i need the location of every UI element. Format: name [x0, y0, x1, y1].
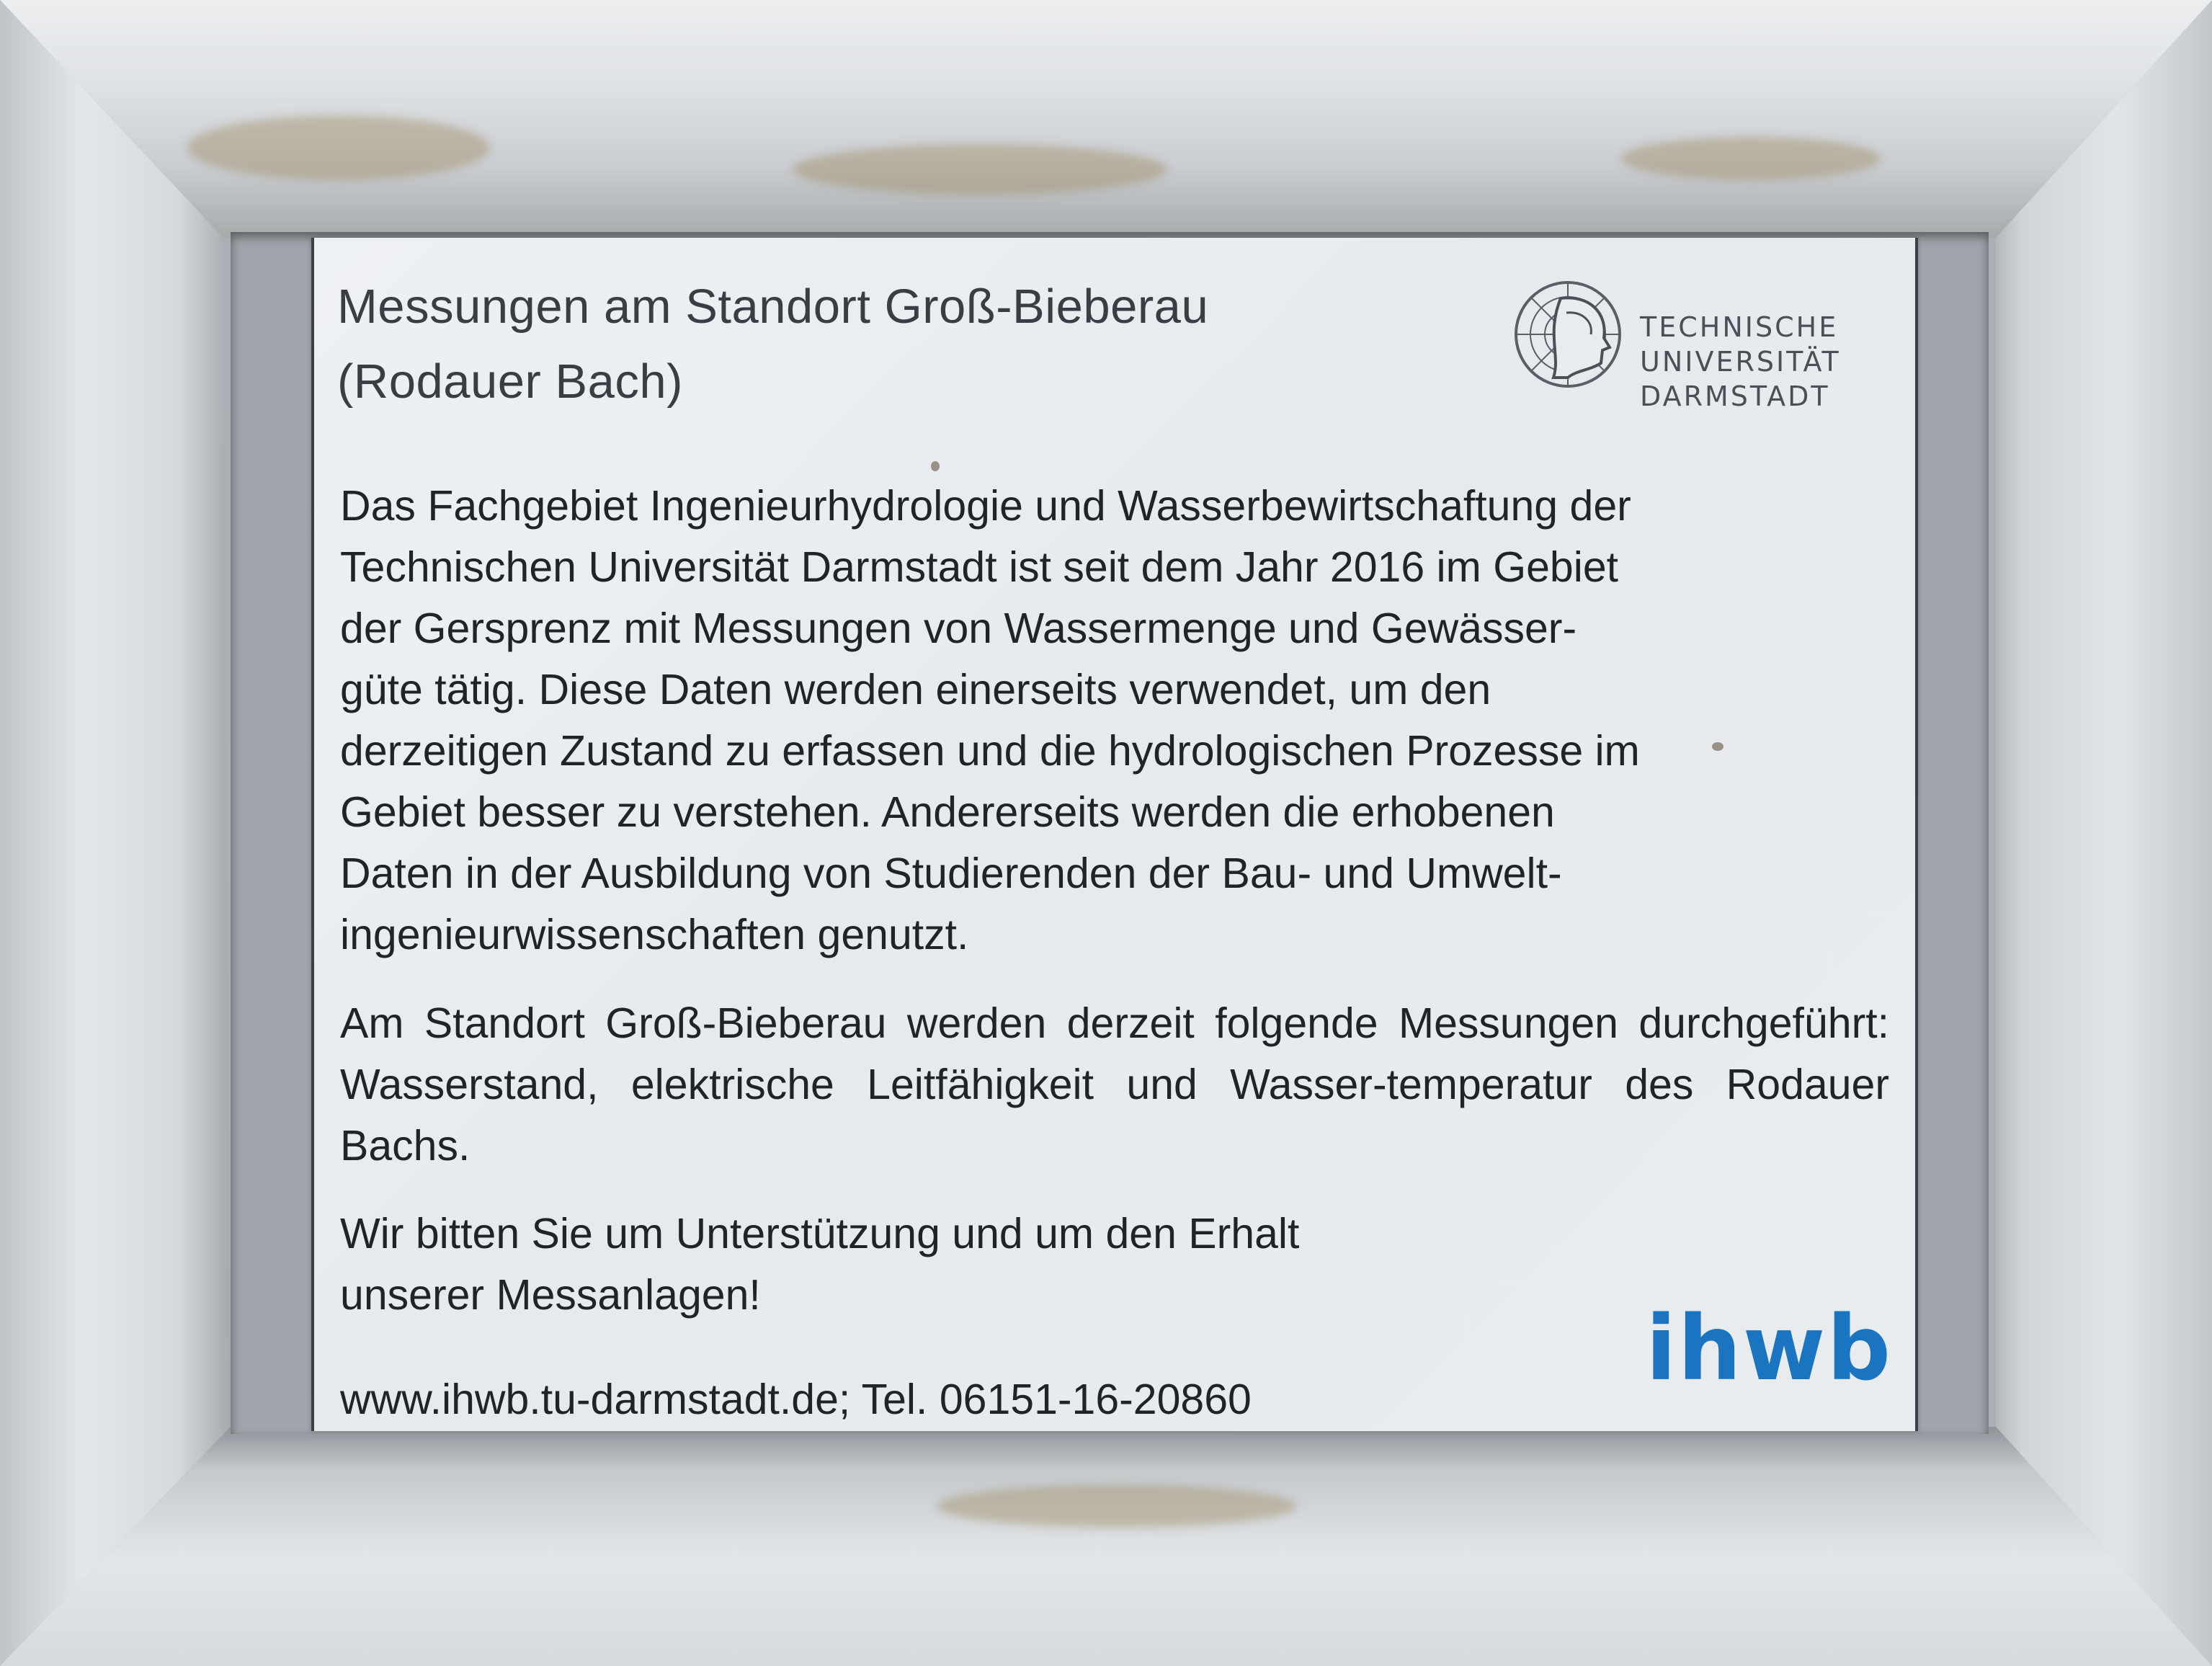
tu-darmstadt-logo: TECHNISCHE UNIVERSITÄT DARMSTADT — [1510, 270, 1885, 412]
logo-line-1: TECHNISCHE — [1640, 311, 1839, 343]
dirt-speck — [1712, 742, 1723, 751]
frame-right-bevel — [1996, 0, 2212, 1666]
contact-line: www.ihwb.tu-darmstadt.de; Tel. 06151-16-… — [340, 1376, 1252, 1423]
paragraph-line: Technischen Universität Darmstadt ist se… — [340, 543, 1619, 591]
paragraph-line: Gebiet besser zu verstehen. Andererseits… — [340, 788, 1555, 836]
paragraph-line: der Gersprenz mit Messungen von Wasserme… — [340, 605, 1577, 652]
frame-left-bevel — [0, 0, 231, 1666]
paragraph-line: derzeitigen Zustand zu erfassen und die … — [340, 727, 1640, 775]
ihwb-logo: ihwb — [1646, 1297, 1893, 1401]
request-line-2: unserer Messanlagen! — [340, 1271, 761, 1319]
rust-stain — [937, 1484, 1297, 1528]
logo-line-2: UNIVERSITÄT — [1640, 346, 1841, 378]
paragraph-institute: Das Fachgebiet Ingenieurhydrologie und W… — [340, 476, 1875, 966]
paragraph-measurements: Am Standort Groß-Bieberau werden derzeit… — [340, 999, 1889, 1170]
logo-line-3: DARMSTADT — [1640, 380, 1830, 412]
sign-title-line-1: Messungen am Standort Groß-Bieberau — [337, 280, 1209, 334]
sign-title-line-2: (Rodauer Bach) — [337, 355, 683, 409]
paragraph-line: güte tätig. Diese Daten werden einerseit… — [340, 666, 1491, 713]
dirt-speck — [931, 461, 940, 471]
rust-stain — [1621, 137, 1881, 180]
photo-scene: Messungen am Standort Groß-Bieberau (Rod… — [0, 0, 2212, 1666]
paragraph-line: Daten in der Ausbildung von Studierenden… — [340, 850, 1562, 897]
rust-stain — [793, 144, 1167, 195]
sign-title: Messungen am Standort Groß-Bieberau (Rod… — [337, 270, 1504, 419]
request-line-1: Wir bitten Sie um Unterstützung und um d… — [340, 1210, 1300, 1257]
paragraph-line: Das Fachgebiet Ingenieurhydrologie und W… — [340, 482, 1631, 530]
rust-stain — [187, 115, 490, 180]
paragraph-line: ingenieurwissenschaften genutzt. — [340, 911, 969, 958]
frame-bottom-bevel — [0, 1427, 2212, 1666]
information-sign: Messungen am Standort Groß-Bieberau (Rod… — [311, 238, 1918, 1431]
tu-darmstadt-wordmark: TECHNISCHE UNIVERSITÄT DARMSTADT — [1640, 310, 1878, 414]
athena-head-seal-icon — [1515, 281, 1621, 388]
paragraph-request: Wir bitten Sie um Unterstützung und um d… — [340, 1203, 1565, 1326]
